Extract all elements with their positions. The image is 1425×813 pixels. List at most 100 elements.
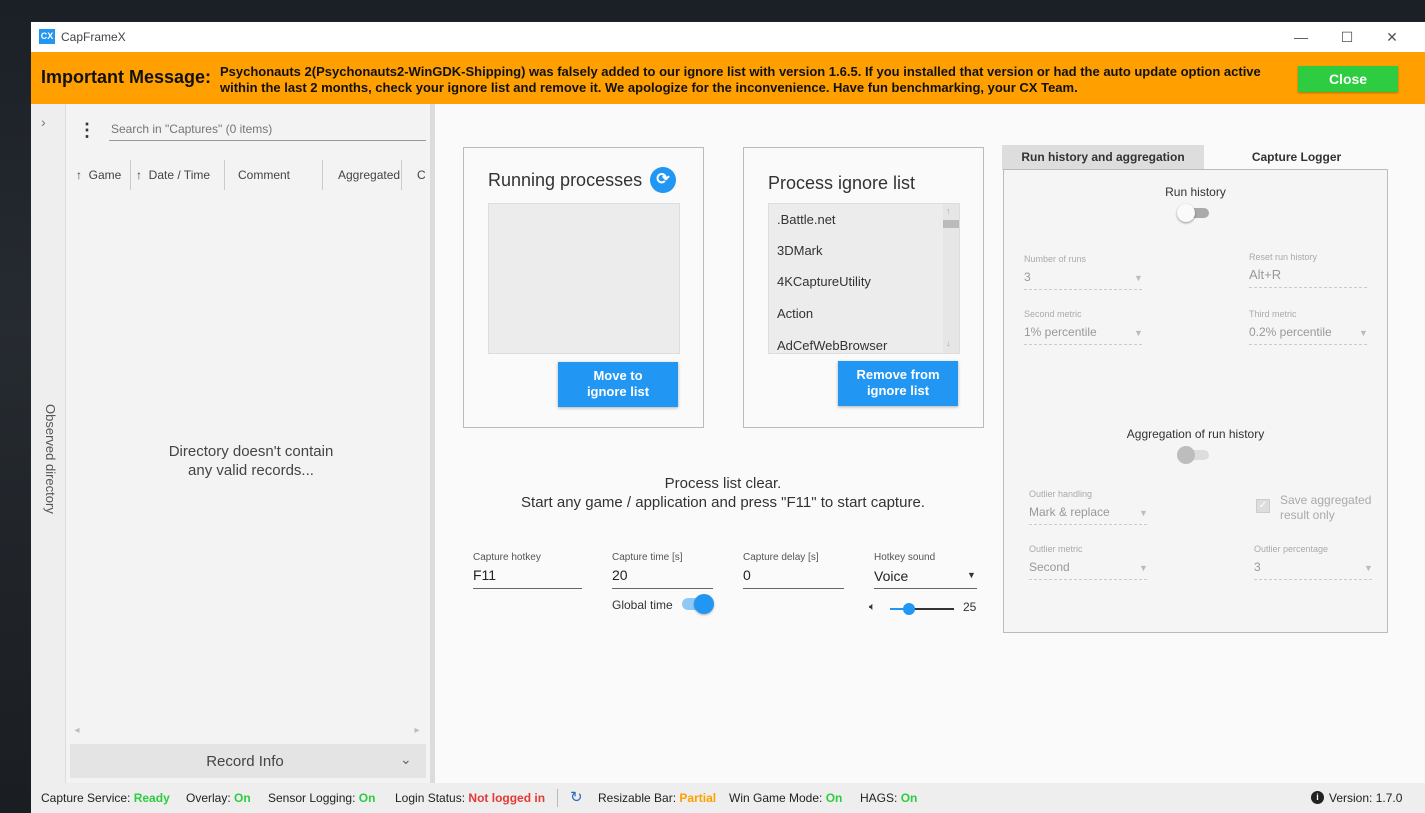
status-value: On	[234, 791, 251, 805]
status-label: Sensor Logging:	[268, 791, 356, 805]
refresh-status-icon[interactable]: ↻	[570, 788, 583, 806]
toggle-knob[interactable]	[1177, 446, 1195, 464]
volume-slider-thumb[interactable]	[903, 603, 915, 615]
move-to-ignore-button[interactable]: Move to ignore list	[558, 362, 678, 407]
scroll-right-icon[interactable]: ▸	[410, 725, 424, 739]
list-item[interactable]: 4KCaptureUtility	[769, 266, 947, 297]
ignore-list-title: Process ignore list	[768, 173, 916, 193]
close-window-button[interactable]: ✕	[1369, 22, 1415, 52]
dropdown-arrow-icon[interactable]: ▼	[1134, 328, 1143, 338]
toggle-knob[interactable]	[694, 594, 714, 614]
tab-capture-logger[interactable]: Capture Logger	[1204, 145, 1389, 170]
label-line: Save aggregated	[1280, 493, 1372, 507]
list-item[interactable]: Action	[769, 298, 947, 329]
capture-hotkey-field[interactable]: F11	[473, 567, 496, 583]
hags-status: HAGS: On	[860, 791, 917, 805]
toggle-knob[interactable]	[1177, 204, 1195, 222]
observed-directory-strip[interactable]: › Observed directory	[31, 104, 66, 783]
field-underline	[874, 588, 977, 589]
capture-delay-label: Capture delay [s]	[743, 552, 819, 563]
aggregation-toggle[interactable]	[1177, 446, 1209, 464]
column-divider[interactable]	[224, 160, 225, 190]
outlier-metric-select[interactable]: Second	[1029, 560, 1070, 574]
list-item[interactable]: 3DMark	[769, 235, 947, 266]
record-info-label: Record Info	[206, 753, 284, 770]
login-status[interactable]: Login Status: Not logged in	[395, 791, 545, 805]
version-label: Version: 1.7.0	[1329, 791, 1403, 805]
outlier-percentage-label: Outlier percentage	[1254, 544, 1329, 554]
dropdown-arrow-icon[interactable]: ▼	[1359, 328, 1368, 338]
dropdown-arrow-icon[interactable]: ▼	[1364, 563, 1373, 573]
column-divider[interactable]	[130, 160, 131, 190]
dropdown-arrow-icon[interactable]: ▼	[1134, 273, 1143, 283]
dropdown-arrow-icon[interactable]: ▼	[967, 570, 976, 580]
scroll-down-icon[interactable]: ↓	[946, 338, 951, 348]
empty-line: any valid records...	[188, 462, 314, 479]
status-label: Resizable Bar:	[598, 791, 677, 805]
second-metric-select[interactable]: 1% percentile	[1024, 325, 1097, 339]
column-header-comment[interactable]: Comment	[238, 164, 290, 194]
status-label: Capture Service:	[41, 791, 131, 805]
column-header-date[interactable]: ↑ Date / Time	[136, 164, 210, 194]
number-of-runs-label: Number of runs	[1024, 254, 1087, 264]
remove-from-ignore-button[interactable]: Remove from ignore list	[838, 361, 958, 406]
third-metric-label: Third metric	[1249, 309, 1297, 319]
ignore-list-box: Process ignore list .Battle.net 3DMark 4…	[743, 147, 984, 428]
column-label: Game	[88, 168, 122, 182]
running-processes-list[interactable]	[488, 203, 680, 354]
global-time-toggle[interactable]	[682, 594, 714, 614]
capture-time-label: Capture time [s]	[612, 552, 683, 563]
scrollbar[interactable]: ↑ ↓	[943, 204, 959, 353]
run-history-toggle[interactable]	[1177, 204, 1209, 222]
status-bar: Capture Service: Ready Overlay: On Senso…	[31, 783, 1425, 813]
number-of-runs-select[interactable]: 3	[1024, 270, 1031, 284]
status-divider	[557, 789, 558, 807]
banner-close-button[interactable]: Close	[1298, 66, 1398, 92]
observed-directory-label[interactable]: Observed directory	[36, 404, 58, 524]
captures-panel: ⋮ ↑ Game ↑ Date / Time Comment Aggregate…	[66, 104, 430, 783]
banner-message: Psychonauts 2(Psychonauts2-WinGDK-Shippi…	[220, 64, 1261, 95]
button-label: ignore list	[866, 383, 930, 398]
outlier-handling-select[interactable]: Mark & replace	[1029, 505, 1110, 519]
column-header-truncated[interactable]: C	[417, 164, 427, 194]
capture-time-field[interactable]: 20	[612, 567, 628, 583]
capture-service-status: Capture Service: Ready	[41, 791, 170, 805]
list-item[interactable]: .Battle.net	[769, 204, 947, 235]
dropdown-arrow-icon[interactable]: ▼	[1139, 508, 1148, 518]
outlier-percentage-select[interactable]: 3	[1254, 560, 1261, 574]
refresh-icon[interactable]: ⟳	[650, 167, 676, 193]
record-info-expander[interactable]: Record Info ⌄	[70, 744, 426, 778]
maximize-button[interactable]: ☐	[1324, 22, 1370, 52]
run-history-panel: Run history Number of runs 3 ▼ Reset run…	[1003, 169, 1388, 633]
dropdown-arrow-icon[interactable]: ▼	[1139, 563, 1148, 573]
status-value: Not logged in	[468, 791, 546, 805]
info-icon[interactable]: i	[1311, 791, 1324, 804]
save-aggregated-checkbox[interactable]: ✓	[1256, 499, 1270, 513]
column-label: Date / Time	[148, 168, 211, 182]
scroll-left-icon[interactable]: ◂	[70, 725, 84, 739]
more-options-icon[interactable]: ⋮	[78, 120, 96, 141]
sort-up-icon: ↑	[76, 168, 82, 182]
status-label: Overlay:	[186, 791, 231, 805]
column-header-aggregated[interactable]: Aggregated	[338, 164, 400, 194]
reset-run-history-field[interactable]: Alt+R	[1249, 267, 1281, 282]
search-input[interactable]	[109, 118, 426, 141]
capture-delay-field[interactable]: 0	[743, 567, 751, 583]
list-item[interactable]: AdCefWebBrowser	[769, 330, 947, 353]
hotkey-sound-select[interactable]: Voice	[874, 568, 908, 584]
minimize-button[interactable]: —	[1278, 22, 1324, 52]
scroll-up-icon[interactable]: ↑	[946, 206, 951, 216]
status-label: Login Status:	[395, 791, 466, 805]
field-underline	[1249, 344, 1367, 345]
volume-slider-track[interactable]	[890, 603, 954, 615]
third-metric-select[interactable]: 0.2% percentile	[1249, 325, 1332, 339]
important-message-banner: Important Message: Psychonauts 2(Psychon…	[31, 52, 1425, 104]
scrollbar-thumb[interactable]	[943, 220, 959, 228]
column-divider[interactable]	[322, 160, 323, 190]
column-divider[interactable]	[401, 160, 402, 190]
tab-run-history[interactable]: Run history and aggregation	[1002, 145, 1204, 170]
column-header-game[interactable]: ↑ Game	[76, 164, 121, 194]
app-window: CX CapFrameX — ☐ ✕ Important Message: Ps…	[31, 22, 1425, 813]
chevron-right-icon[interactable]: ›	[41, 114, 46, 130]
ignore-list[interactable]: .Battle.net 3DMark 4KCaptureUtility Acti…	[768, 203, 960, 354]
